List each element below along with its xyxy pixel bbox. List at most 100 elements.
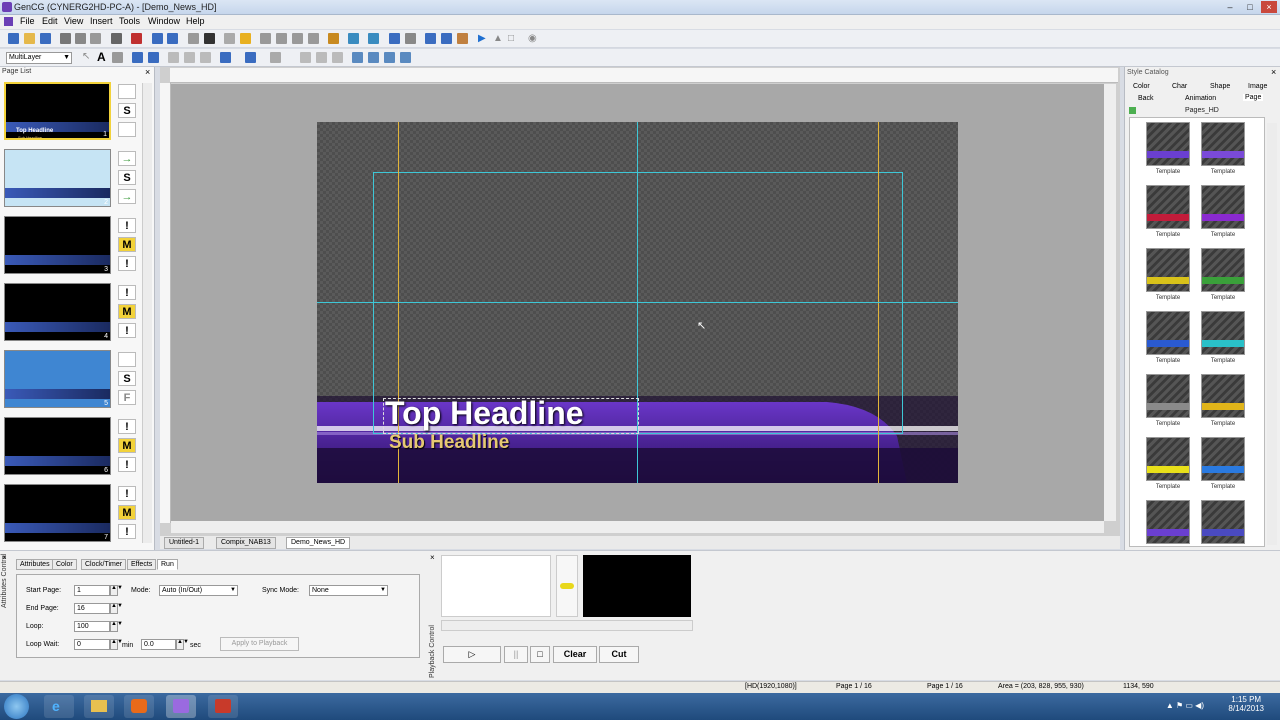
grid-icon[interactable]: [389, 33, 400, 44]
template-thumbnail[interactable]: [1146, 500, 1190, 544]
pointer-tool-icon[interactable]: ↖: [82, 51, 90, 62]
page-transition-icon[interactable]: S: [118, 170, 136, 185]
size-w-icon[interactable]: [300, 52, 311, 63]
image-tool-icon[interactable]: [132, 52, 143, 63]
subheadline-text[interactable]: Sub Headline: [389, 432, 509, 454]
canvas-vertical-scrollbar[interactable]: [1104, 84, 1116, 521]
page-transition-icon[interactable]: !: [118, 457, 136, 472]
page-thumbnail[interactable]: 6: [4, 417, 111, 475]
template-thumbnail[interactable]: [1146, 248, 1190, 292]
cut-button[interactable]: Cut: [599, 646, 639, 663]
forward-icon[interactable]: [384, 52, 395, 63]
first-page-icon[interactable]: [260, 33, 271, 44]
explorer-icon[interactable]: [84, 695, 114, 718]
template-thumbnail[interactable]: [1146, 185, 1190, 229]
cut-icon[interactable]: [60, 33, 71, 44]
clear-button[interactable]: Clear: [553, 646, 597, 663]
clock[interactable]: 1:15 PM 8/14/2013: [1228, 695, 1264, 713]
page-transition-icon[interactable]: F: [118, 390, 136, 405]
record-icon[interactable]: ◉: [528, 33, 537, 44]
transition-slider[interactable]: [556, 555, 578, 617]
template-thumbnail[interactable]: [1146, 122, 1190, 166]
group-icon[interactable]: [224, 33, 235, 44]
new-icon[interactable]: [8, 33, 19, 44]
print-icon[interactable]: [111, 33, 122, 44]
open-icon[interactable]: [24, 33, 35, 44]
send-back-icon[interactable]: [368, 52, 379, 63]
template-thumbnail[interactable]: [1146, 374, 1190, 418]
sc-tab-page[interactable]: Page: [1243, 94, 1264, 101]
loop-wait-min-field[interactable]: 0: [74, 639, 110, 650]
media-player-icon[interactable]: [124, 695, 154, 718]
template-thumbnail[interactable]: [1201, 374, 1245, 418]
sc-tab-shape[interactable]: Shape: [1210, 83, 1230, 90]
page-transition-icon[interactable]: S: [118, 371, 136, 386]
template-thumbnail[interactable]: [1201, 500, 1245, 544]
eject-icon[interactable]: ▲: [493, 33, 503, 44]
maximize-button[interactable]: □: [1242, 1, 1258, 13]
page-thumbnail[interactable]: 4: [4, 283, 111, 341]
page-transition-icon[interactable]: !: [118, 256, 136, 271]
tab-clock-timer[interactable]: Clock/Timer: [81, 559, 127, 570]
tool-app-icon[interactable]: [208, 695, 238, 718]
template-thumbnail[interactable]: [1201, 248, 1245, 292]
bring-front-icon[interactable]: [352, 52, 363, 63]
page-transition-icon[interactable]: [118, 122, 136, 137]
undo-icon[interactable]: [152, 33, 163, 44]
page-transition-icon[interactable]: →: [118, 189, 136, 204]
backward-icon[interactable]: [400, 52, 411, 63]
spacing-icon[interactable]: [270, 52, 281, 63]
stage-canvas[interactable]: Top Headline Sub Headline: [317, 122, 958, 483]
close-icon[interactable]: ×: [145, 67, 150, 77]
redo-icon[interactable]: [167, 33, 178, 44]
menu-help[interactable]: Help: [186, 16, 205, 26]
size-both-icon[interactable]: [332, 52, 343, 63]
copy-icon[interactable]: [75, 33, 86, 44]
layout-icon[interactable]: [425, 33, 436, 44]
tab-demo-news-hd[interactable]: Demo_News_HD: [286, 537, 351, 549]
next-page-icon[interactable]: [292, 33, 303, 44]
preview-icon[interactable]: [348, 33, 359, 44]
menu-file[interactable]: File: [20, 16, 35, 26]
page-thumbnail[interactable]: 2: [4, 149, 111, 207]
distribute-icon[interactable]: [245, 52, 256, 63]
export-icon[interactable]: [457, 33, 468, 44]
lock-icon[interactable]: [188, 33, 199, 44]
layer-select[interactable]: MultiLayer ▼: [6, 52, 72, 64]
guide-icon[interactable]: [405, 33, 416, 44]
delete-icon[interactable]: [131, 33, 142, 44]
play-button[interactable]: ▷: [443, 646, 501, 663]
slider-thumb[interactable]: [560, 583, 574, 589]
ie-icon[interactable]: e: [44, 695, 74, 718]
paste-icon[interactable]: [90, 33, 101, 44]
start-button[interactable]: [4, 694, 29, 719]
gencg-icon[interactable]: [166, 695, 196, 718]
page-transition-icon[interactable]: !: [118, 524, 136, 539]
template-thumbnail[interactable]: [1201, 122, 1245, 166]
tab-untitled-1[interactable]: Untitled-1: [164, 537, 204, 549]
page-transition-icon[interactable]: !: [118, 486, 136, 501]
sc-tab-animation[interactable]: Animation: [1185, 95, 1216, 102]
start-page-spinner[interactable]: ▲▼: [110, 585, 123, 596]
playback-scrollbar[interactable]: [441, 620, 693, 631]
lock-all-icon[interactable]: [204, 33, 215, 44]
sc-tab-back[interactable]: Back: [1138, 95, 1154, 102]
shape-tool-icon[interactable]: [112, 52, 123, 63]
menu-tools[interactable]: Tools: [119, 16, 140, 26]
frame-icon[interactable]: [368, 33, 379, 44]
tab-run[interactable]: Run: [157, 559, 178, 570]
loop-spinner[interactable]: ▲▼: [110, 621, 123, 632]
page-thumbnail[interactable]: 3: [4, 216, 111, 274]
import-icon[interactable]: [441, 33, 452, 44]
canvas-horizontal-scrollbar[interactable]: [171, 521, 1104, 533]
last-page-icon[interactable]: [308, 33, 319, 44]
align-left-icon[interactable]: [168, 52, 179, 63]
loop-wait-sec-field[interactable]: 0.0: [141, 639, 176, 650]
page-thumbnail[interactable]: Top Headline Sub Headline 1: [4, 82, 111, 140]
sc-tab-color[interactable]: Color: [1133, 83, 1150, 90]
template-thumbnail[interactable]: [1146, 437, 1190, 481]
page-transition-icon[interactable]: S: [118, 103, 136, 118]
page-transition-icon[interactable]: [118, 352, 136, 367]
start-page-field[interactable]: 1: [74, 585, 110, 596]
tab-effects[interactable]: Effects: [127, 559, 157, 570]
